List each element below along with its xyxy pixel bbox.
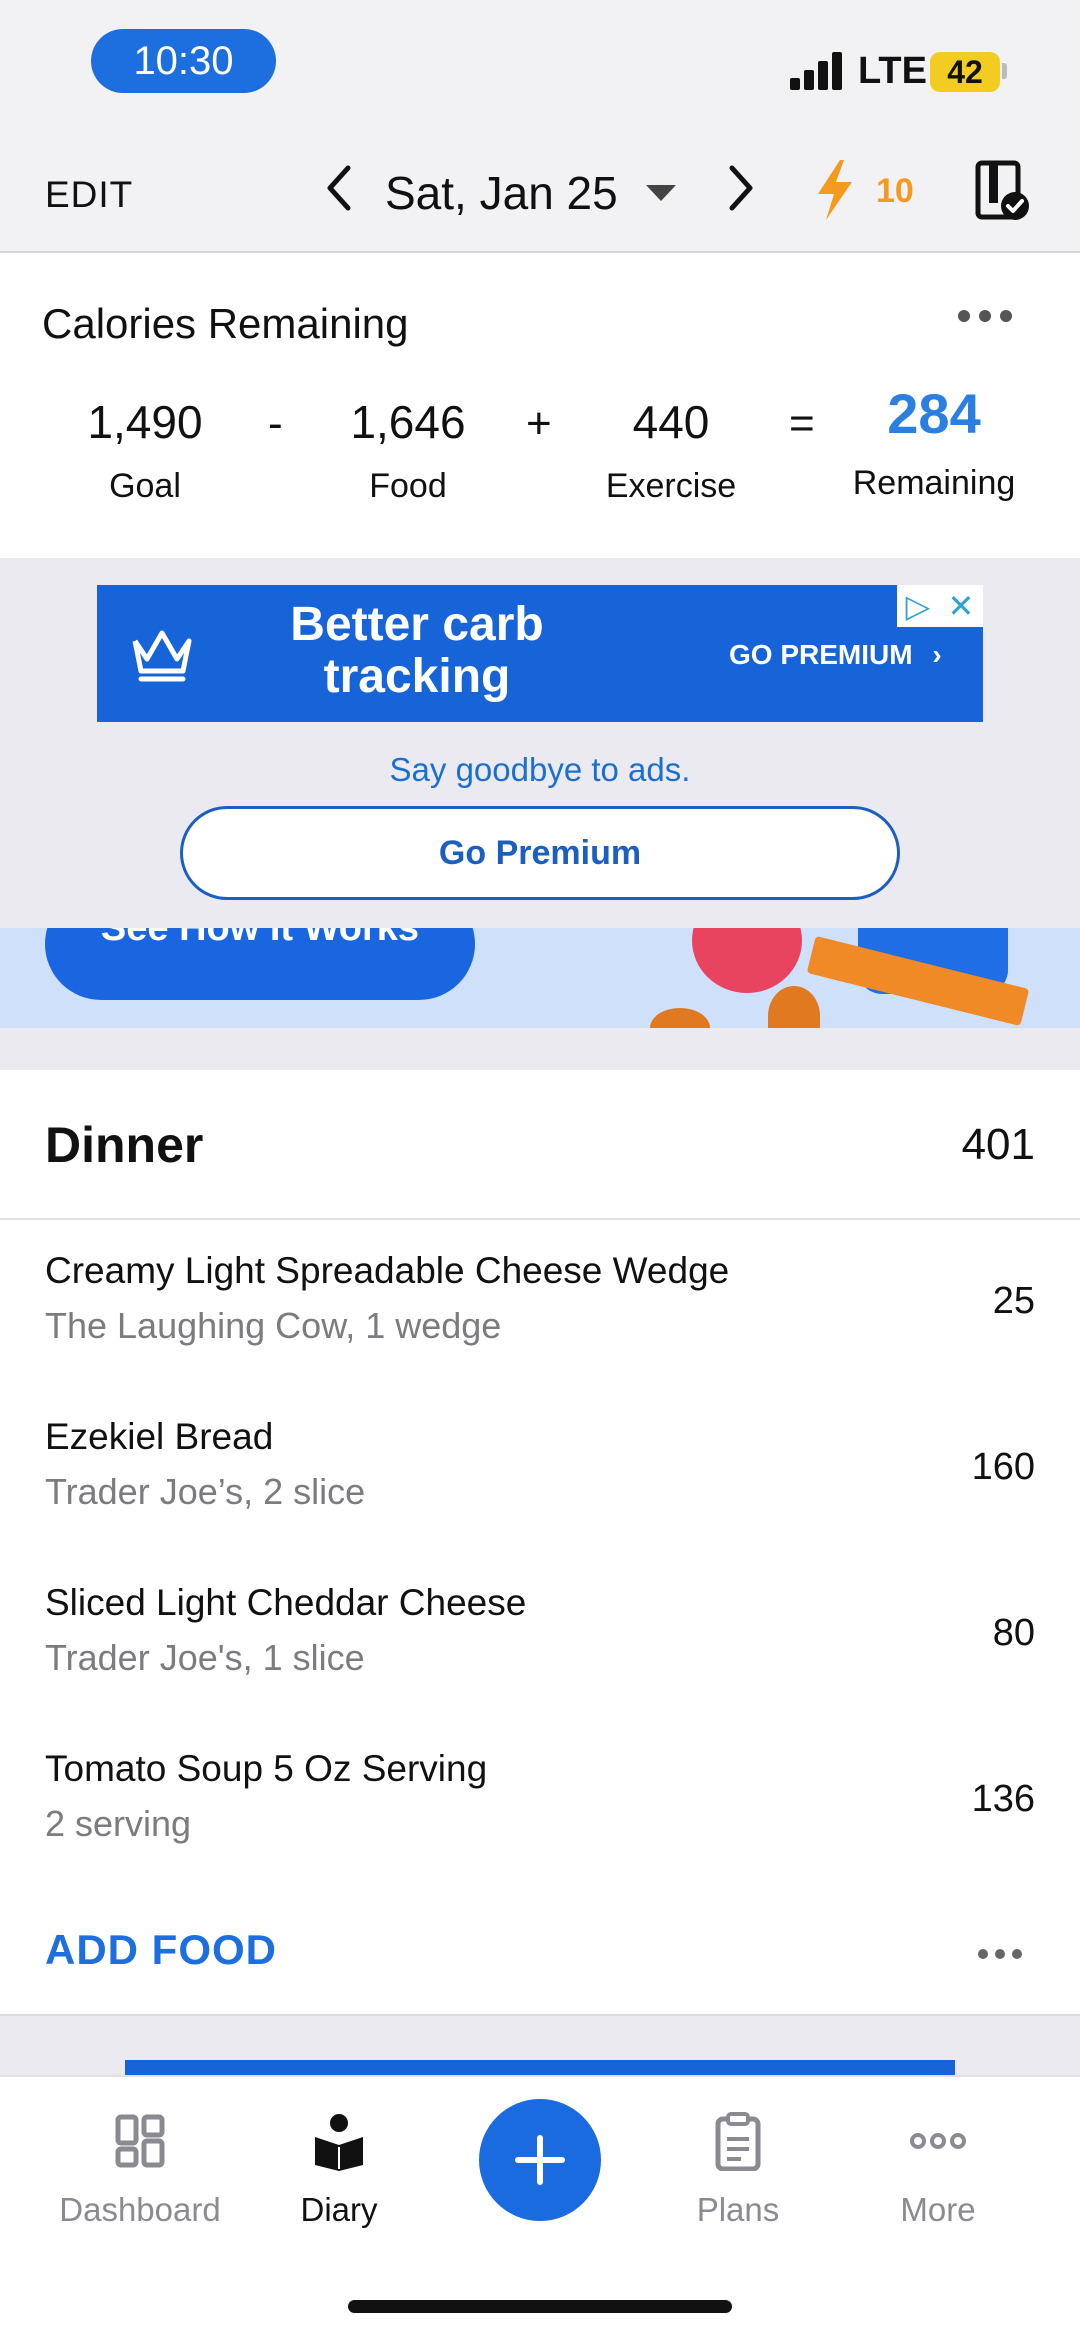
streak-count: 10 — [876, 172, 914, 210]
add-button[interactable] — [479, 2099, 601, 2221]
ad-choices[interactable]: ▷ ✕ — [897, 585, 983, 627]
tab-label: Plans — [696, 2191, 780, 2228]
food-item[interactable]: Ezekiel Bread Trader Joe’s, 2 slice 160 — [0, 1386, 1080, 1552]
food-item[interactable]: Creamy Light Spreadable Cheese Wedge The… — [0, 1220, 1080, 1386]
food-detail: 2 serving — [45, 1803, 192, 1844]
food-name: Sliced Light Cheddar Cheese — [45, 1582, 527, 1623]
minus-sign: - — [268, 399, 283, 448]
leaf-illustration — [650, 1008, 710, 1028]
equals-sign: = — [789, 399, 815, 448]
clipboard-icon — [708, 2111, 768, 2172]
meal-options-icon[interactable] — [978, 1946, 1022, 1964]
tab-label: Dashboard — [59, 2191, 221, 2228]
food-calories: 136 — [971, 1778, 1035, 1820]
status-time: 10:30 — [91, 29, 276, 93]
ad-container: Better carb tracking GO PREMIUM › ▷ ✕ Sa… — [0, 558, 1080, 928]
chevron-right-icon: › — [932, 639, 942, 670]
lightning-icon — [818, 160, 852, 220]
food-list: Creamy Light Spreadable Cheese Wedge The… — [0, 1220, 1080, 1884]
plus-sign: + — [526, 399, 552, 448]
battery-icon: 42 — [930, 52, 1000, 92]
ad-banner[interactable]: Better carb tracking GO PREMIUM › ▷ ✕ — [97, 585, 983, 722]
add-food-row: ADD FOOD — [0, 1886, 1080, 2016]
exercise-value: 440 — [632, 396, 710, 448]
ad-subtext: Say goodbye to ads. — [389, 751, 691, 788]
section-divider — [0, 1028, 1080, 1070]
tab-label: Diary — [300, 2191, 378, 2228]
calories-title: Calories Remaining — [42, 300, 409, 347]
edit-button[interactable]: EDIT — [45, 174, 133, 216]
signal-icon — [790, 52, 844, 90]
food-item[interactable]: Sliced Light Cheddar Cheese Trader Joe's… — [0, 1552, 1080, 1718]
goal-label: Goal — [109, 467, 181, 505]
go-premium-button[interactable]: Go Premium — [180, 806, 900, 900]
leaf-illustration — [768, 986, 820, 1028]
tab-dashboard[interactable]: Dashboard — [40, 2111, 240, 2229]
adchoices-icon[interactable]: ▷ — [906, 587, 931, 625]
remaining-column: 284 Remaining — [834, 382, 1034, 503]
chevron-down-icon[interactable] — [646, 185, 676, 201]
close-icon[interactable]: ✕ — [948, 587, 975, 625]
ad-banner[interactable] — [125, 2060, 955, 2076]
streak-badge[interactable]: 10 — [810, 158, 925, 222]
apple-illustration — [692, 928, 802, 993]
promo-card[interactable]: See How It Works — [0, 928, 1080, 1028]
tab-more[interactable]: More — [838, 2111, 1038, 2229]
tab-bar: Dashboard Diary Plans More — [0, 2075, 1080, 2337]
ad-cta-label: GO PREMIUM — [729, 639, 913, 670]
goal-value: 1,490 — [87, 396, 203, 448]
food-detail: Trader Joe’s, 2 slice — [45, 1471, 366, 1512]
food-column: 1,646 Food — [308, 395, 508, 506]
crown-icon — [132, 630, 192, 682]
network-label: LTE — [858, 50, 927, 92]
food-item[interactable]: Tomato Soup 5 Oz Serving 2 serving 136 — [0, 1718, 1080, 1884]
food-name: Tomato Soup 5 Oz Serving — [45, 1748, 488, 1789]
food-label: Food — [369, 467, 447, 505]
add-food-button[interactable]: ADD FOOD — [45, 1926, 277, 1974]
tab-plans[interactable]: Plans — [638, 2111, 838, 2229]
home-indicator[interactable] — [348, 2300, 732, 2313]
chevron-left-icon[interactable] — [322, 162, 356, 227]
food-name: Ezekiel Bread — [45, 1416, 274, 1457]
food-calories: 160 — [971, 1446, 1035, 1488]
diary-icon — [309, 2111, 369, 2171]
promo-button[interactable]: See How It Works — [45, 928, 475, 1000]
status-bar: 10:30 LTE 42 — [0, 0, 1080, 130]
remaining-label: Remaining — [852, 464, 1016, 502]
more-icon — [908, 2111, 968, 2171]
meal-total-calories: 401 — [961, 1120, 1035, 1169]
food-calories: 25 — [992, 1280, 1035, 1322]
food-detail: Trader Joe's, 1 slice — [45, 1637, 365, 1678]
goal-column: 1,490 Goal — [45, 395, 245, 506]
food-value: 1,646 — [350, 396, 466, 448]
food-detail: The Laughing Cow, 1 wedge — [45, 1305, 502, 1346]
complete-log-icon[interactable] — [975, 160, 1031, 222]
tab-diary[interactable]: Diary — [239, 2111, 439, 2229]
exercise-label: Exercise — [605, 467, 737, 505]
meal-header-dinner[interactable]: Dinner 401 — [0, 1070, 1080, 1220]
ad-cta[interactable]: GO PREMIUM › — [729, 639, 942, 671]
more-options-icon[interactable] — [958, 309, 1012, 327]
plus-icon — [515, 2135, 565, 2185]
food-calories: 80 — [992, 1612, 1035, 1654]
dashboard-icon — [110, 2111, 170, 2171]
battery-nub — [1002, 63, 1007, 79]
tab-label: More — [900, 2191, 976, 2228]
ad-headline: Better carb tracking — [290, 598, 544, 703]
calories-remaining-card[interactable]: Calories Remaining 1,490 Goal - 1,646 Fo… — [0, 253, 1080, 558]
remaining-value: 284 — [887, 382, 981, 445]
food-name: Creamy Light Spreadable Cheese Wedge — [45, 1250, 730, 1291]
date-selector[interactable]: Sat, Jan 25 — [385, 166, 618, 220]
diary-header: EDIT Sat, Jan 25 10 — [0, 130, 1080, 253]
exercise-column: 440 Exercise — [571, 395, 771, 506]
meal-title: Dinner — [45, 1117, 204, 1173]
chevron-right-icon[interactable] — [724, 162, 758, 227]
